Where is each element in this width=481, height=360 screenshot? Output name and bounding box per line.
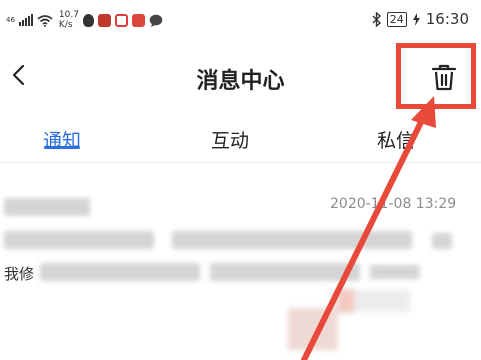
tab-divider <box>0 162 481 163</box>
active-tab-indicator <box>44 146 80 149</box>
bluetooth-icon <box>372 11 381 27</box>
qq-icon <box>82 13 94 27</box>
message-body-redacted-2 <box>210 263 360 281</box>
network-type-label: 46 <box>6 15 15 24</box>
tab-private-messages[interactable]: 私信 <box>377 126 415 153</box>
message-text-redacted <box>4 231 154 249</box>
wifi-icon <box>37 14 53 27</box>
status-bar: 46 10.7 K/s 24 16:30 <box>0 0 481 44</box>
app-notification-icon <box>97 13 111 27</box>
tab-interactions[interactable]: 互动 <box>211 126 249 153</box>
message-bubble-icon <box>149 14 163 27</box>
tab-bar: 通知 互动 私信 <box>0 112 481 162</box>
app-notification-icon-3 <box>131 13 145 27</box>
battery-indicator: 24 <box>386 11 407 27</box>
list-item[interactable]: 2020-11-08 13:29 我修 <box>0 176 481 296</box>
clock: 16:30 <box>425 10 469 28</box>
delete-button-highlight <box>396 43 476 109</box>
message-text-redacted-3 <box>432 233 452 249</box>
message-body-redacted-3 <box>370 265 420 279</box>
redacted-area-3 <box>338 290 354 312</box>
network-speed-value: 10.7 <box>58 10 79 20</box>
cell-signal-icon <box>18 14 33 26</box>
message-text-redacted-2 <box>172 231 412 249</box>
redacted-area-2 <box>288 308 338 350</box>
message-body-prefix: 我修 <box>4 265 35 283</box>
sender-name-redacted <box>4 198 90 216</box>
network-speed: 10.7 K/s <box>59 10 79 30</box>
network-speed-unit: K/s <box>58 20 73 30</box>
status-right: 24 16:30 <box>372 10 469 28</box>
message-timestamp: 2020-11-08 13:29 <box>330 196 457 212</box>
app-notification-icon-2 <box>114 13 128 27</box>
message-body-redacted <box>40 263 200 281</box>
charging-icon <box>412 12 420 26</box>
status-left: 46 10.7 K/s <box>6 10 163 30</box>
